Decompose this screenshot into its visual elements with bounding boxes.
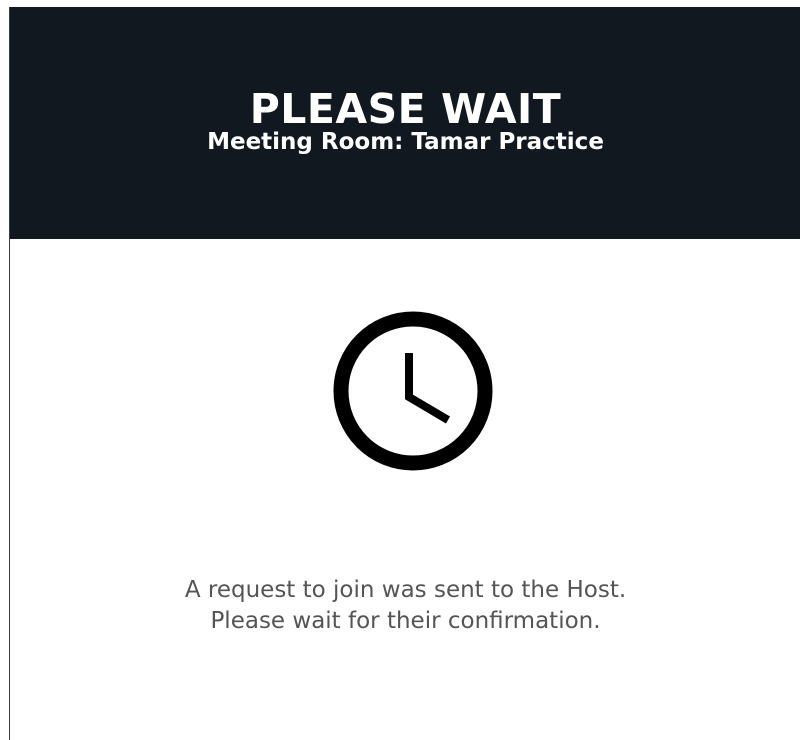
clock-icon <box>333 311 493 471</box>
status-message-line-2: Please wait for their confirmation. <box>210 608 601 634</box>
page-title: PLEASE WAIT <box>249 85 562 133</box>
header-banner: PLEASE WAIT Meeting Room: Tamar Practice <box>10 7 800 239</box>
waiting-room-panel: PLEASE WAIT Meeting Room: Tamar Practice… <box>9 7 800 740</box>
status-message: A request to join was sent to the Host. … <box>10 575 800 637</box>
meeting-room-name: Meeting Room: Tamar Practice <box>207 129 604 155</box>
status-message-line-1: A request to join was sent to the Host. <box>184 577 627 603</box>
